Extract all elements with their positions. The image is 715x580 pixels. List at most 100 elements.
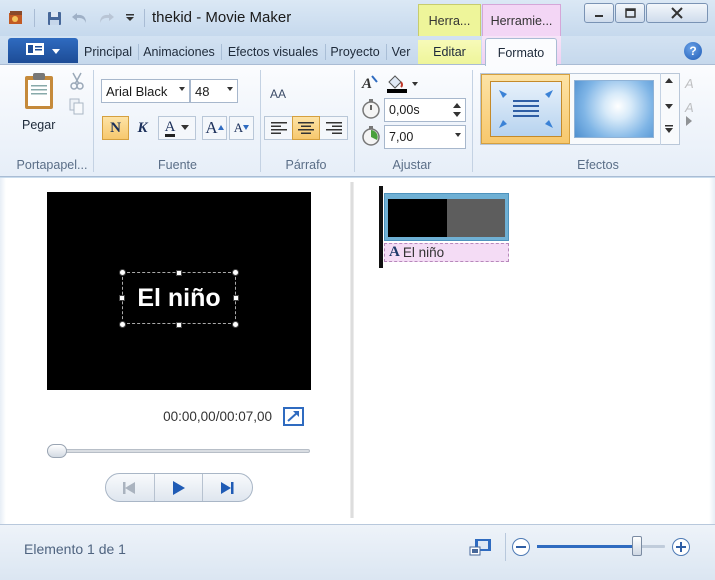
redo-icon[interactable] bbox=[96, 8, 116, 28]
duration-select[interactable]: 7,00 bbox=[384, 125, 466, 149]
transparency-button[interactable]: AA bbox=[266, 82, 290, 106]
zoom-slider-track[interactable] bbox=[537, 545, 665, 548]
window-title: thekid - Movie Maker bbox=[152, 9, 292, 26]
tab-efectos-visuales[interactable]: Efectos visuales bbox=[223, 40, 323, 64]
paste-button[interactable]: Pegar bbox=[14, 72, 64, 134]
divider bbox=[354, 70, 355, 172]
font-family-select[interactable]: Arial Black bbox=[101, 79, 190, 103]
next-frame-button[interactable] bbox=[206, 477, 246, 499]
font-color-button[interactable]: A bbox=[158, 116, 196, 140]
seek-track[interactable] bbox=[47, 449, 310, 453]
duration-value: 7,00 bbox=[389, 130, 414, 144]
spinner-arrows-icon bbox=[453, 103, 461, 117]
previous-frame-button[interactable] bbox=[110, 477, 150, 499]
resize-handle[interactable] bbox=[176, 270, 182, 276]
tab-proyecto[interactable]: Proyecto bbox=[327, 40, 383, 64]
chevron-down-icon bbox=[181, 125, 190, 130]
caption-item[interactable]: A El niño bbox=[384, 243, 509, 262]
resize-handle[interactable] bbox=[233, 295, 239, 301]
fullscreen-preview-button[interactable] bbox=[283, 407, 304, 426]
divider bbox=[34, 9, 35, 27]
tab-editar[interactable]: Editar bbox=[418, 40, 481, 64]
effects-group-label: Efectos bbox=[577, 158, 619, 172]
chevron-down-icon bbox=[179, 87, 185, 91]
gallery-next-icon[interactable]: AA bbox=[684, 74, 696, 144]
resize-handle[interactable] bbox=[119, 295, 125, 301]
align-center-button[interactable] bbox=[292, 116, 320, 140]
divider bbox=[386, 44, 387, 60]
font-size-select[interactable]: 48 bbox=[190, 79, 238, 103]
status-text: Elemento 1 de 1 bbox=[24, 541, 126, 557]
video-preview[interactable]: El niño bbox=[47, 192, 311, 390]
movie-maker-app-icon[interactable] bbox=[6, 8, 26, 28]
zoom-out-button[interactable] bbox=[512, 538, 530, 556]
video-clip[interactable] bbox=[384, 193, 509, 241]
caption-item-label: El niño bbox=[402, 245, 445, 260]
effect-item-selected[interactable] bbox=[481, 74, 570, 144]
svg-text:A: A bbox=[684, 100, 694, 115]
play-icon bbox=[173, 481, 185, 495]
resize-handle[interactable] bbox=[119, 321, 126, 328]
caption-text[interactable]: El niño bbox=[120, 272, 238, 324]
font-group-label: Fuente bbox=[158, 158, 197, 172]
resize-handle[interactable] bbox=[119, 269, 126, 276]
shrink-font-button[interactable]: A bbox=[229, 116, 254, 140]
divider bbox=[505, 533, 506, 561]
grow-font-label: A bbox=[205, 118, 218, 137]
divider bbox=[144, 9, 145, 27]
transparency-label: AA bbox=[269, 87, 286, 101]
seek-thumb[interactable] bbox=[47, 444, 67, 458]
maximize-button[interactable] bbox=[615, 3, 645, 23]
grow-font-button[interactable]: A bbox=[202, 116, 227, 140]
caption-icon: A bbox=[389, 244, 400, 260]
previous-frame-icon bbox=[123, 482, 135, 494]
align-right-icon bbox=[325, 122, 342, 134]
resize-handle[interactable] bbox=[232, 269, 239, 276]
increase-font-icon bbox=[217, 125, 224, 130]
clipboard-group-label: Portapapel... bbox=[16, 158, 88, 172]
align-left-button[interactable] bbox=[265, 117, 292, 139]
divider bbox=[325, 44, 326, 60]
copy-icon[interactable] bbox=[69, 98, 85, 116]
effect-item-sparkle[interactable] bbox=[574, 80, 654, 138]
adjust-group-label: Ajustar bbox=[392, 158, 432, 172]
tab-ver[interactable]: Ver bbox=[388, 40, 414, 64]
resize-handle[interactable] bbox=[176, 322, 182, 328]
zoom-slider-thumb[interactable] bbox=[631, 536, 642, 556]
customize-toolbar-chevron-icon[interactable] bbox=[120, 8, 140, 28]
pane-splitter[interactable] bbox=[350, 182, 354, 518]
start-time-value: 0,00s bbox=[389, 103, 420, 117]
tab-formato[interactable]: Formato bbox=[485, 38, 557, 66]
background-color-button[interactable] bbox=[386, 74, 420, 94]
text-color-icon[interactable]: A bbox=[360, 74, 380, 92]
shrink-font-label: A bbox=[233, 120, 244, 135]
thumbnail-size-icon bbox=[469, 539, 491, 556]
align-right-button[interactable] bbox=[320, 117, 347, 139]
storyboard-view-button[interactable] bbox=[468, 537, 494, 559]
paint-bucket-icon bbox=[387, 75, 418, 93]
save-icon[interactable] bbox=[44, 8, 64, 28]
gallery-scroll bbox=[660, 73, 676, 145]
tab-principal[interactable]: Principal bbox=[80, 40, 136, 64]
resize-handle[interactable] bbox=[232, 321, 239, 328]
chevron-down-icon bbox=[227, 87, 233, 91]
playhead[interactable] bbox=[379, 186, 383, 268]
zoom-in-button[interactable] bbox=[672, 538, 690, 556]
start-time-input[interactable]: 0,00s bbox=[384, 98, 466, 122]
svg-text:A: A bbox=[361, 76, 372, 92]
minimize-button[interactable] bbox=[584, 3, 614, 23]
application-menu-button[interactable] bbox=[8, 38, 78, 63]
cut-icon[interactable] bbox=[69, 72, 85, 90]
clip-thumbnail bbox=[388, 199, 447, 237]
play-button[interactable] bbox=[158, 477, 200, 499]
bold-button[interactable]: N bbox=[102, 116, 129, 140]
expand-icon bbox=[287, 411, 299, 422]
help-icon[interactable]: ? bbox=[684, 42, 702, 60]
italic-button[interactable]: K bbox=[130, 116, 155, 140]
start-time-icon bbox=[361, 98, 381, 120]
tab-animaciones[interactable]: Animaciones bbox=[140, 40, 218, 64]
divider bbox=[202, 474, 203, 501]
undo-icon[interactable] bbox=[70, 8, 90, 28]
close-button[interactable] bbox=[646, 3, 708, 23]
align-center-icon bbox=[298, 122, 314, 134]
